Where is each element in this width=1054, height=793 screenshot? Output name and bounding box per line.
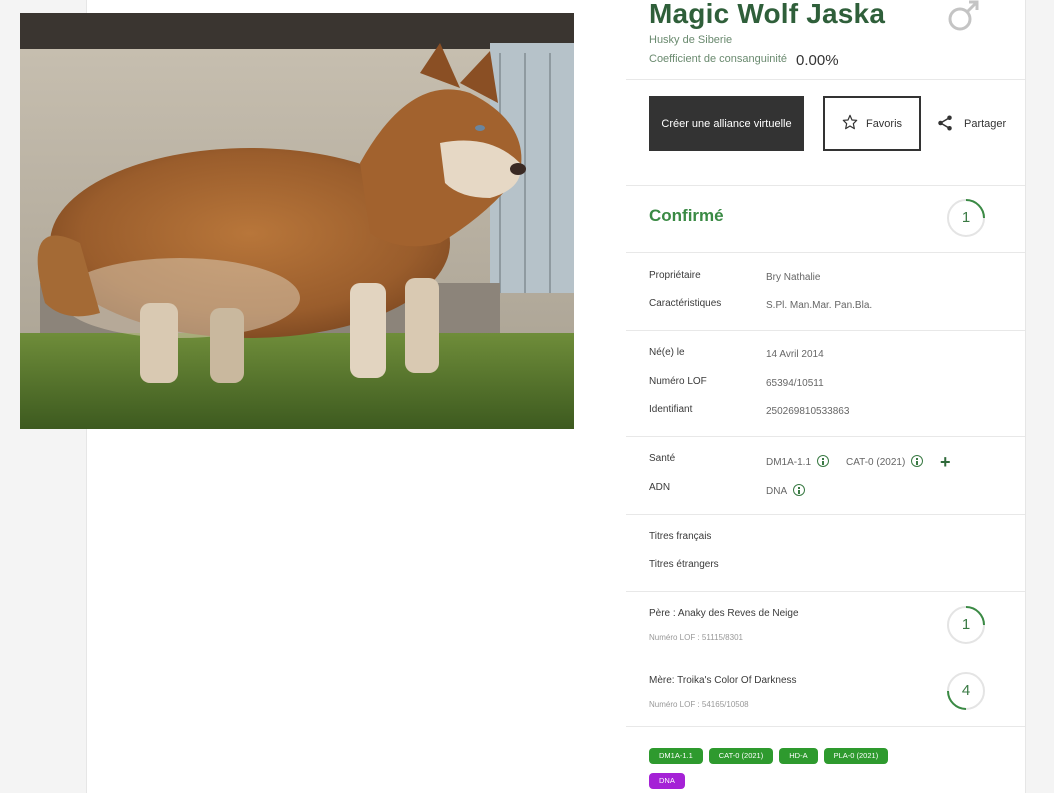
divider (626, 726, 1025, 727)
born-label: Né(e) le (649, 347, 685, 358)
father-link[interactable]: Père : Anaky des Reves de Neige (649, 608, 799, 619)
adn-label: ADN (649, 482, 671, 493)
dog-photo[interactable] (20, 13, 574, 429)
favoris-button[interactable]: Favoris (823, 96, 921, 151)
mother-count: 4 (961, 682, 971, 699)
french-titles-label: Titres français (649, 531, 712, 542)
mother-link[interactable]: Mère: Troika's Color Of Darkness (649, 675, 797, 686)
owner-value: Bry Nathalie (766, 272, 821, 283)
divider (626, 591, 1025, 592)
identifier-label: Identifiant (649, 404, 693, 415)
right-background (1026, 0, 1054, 793)
mother-count-badge[interactable]: 4 (946, 671, 986, 711)
divider (626, 330, 1025, 331)
male-symbol-icon (944, 0, 984, 37)
foreign-titles-label: Titres étrangers (649, 559, 719, 570)
health-test-label: DM1A-1.1 (766, 457, 812, 468)
create-alliance-button[interactable]: Créer une alliance virtuelle (649, 96, 804, 151)
share-button[interactable]: Partager (936, 110, 1006, 138)
mother-lof: Numéro LOF : 54165/10508 (649, 700, 749, 709)
adn-value[interactable]: DNA (766, 484, 806, 497)
status-confirmed: Confirmé (649, 206, 724, 225)
tag-cat: CAT-0 (2021) (708, 748, 774, 764)
star-outline-icon (842, 114, 858, 133)
dog-info-panel: Magic Wolf Jaska Husky de Siberie Coeffi… (626, 0, 1025, 793)
divider (626, 436, 1025, 437)
favoris-label: Favoris (865, 117, 903, 130)
father-count-badge[interactable]: 1 (946, 605, 986, 645)
plus-icon[interactable]: + (940, 452, 951, 473)
father-count: 1 (961, 616, 971, 633)
share-label: Partager (964, 118, 1007, 130)
divider (626, 514, 1025, 515)
info-circle-icon[interactable] (793, 484, 806, 496)
divider (626, 79, 1025, 80)
characteristics-value: S.Pl. Man.Mar. Pan.Bla. (766, 300, 873, 311)
owner-label: Propriétaire (649, 270, 701, 281)
tag-pla: PLA-0 (2021) (823, 748, 889, 764)
dog-name: Magic Wolf Jaska (649, 0, 886, 29)
health-label: Santé (649, 453, 676, 464)
tag-hd: HD-A (779, 748, 818, 764)
share-icon (936, 114, 954, 135)
identifier-value: 250269810533863 (766, 406, 850, 417)
info-circle-icon[interactable] (817, 455, 830, 467)
status-count: 1 (961, 209, 971, 226)
coefficient-label: Coefficient de consanguinité (649, 53, 788, 65)
lof-value: 65394/10511 (766, 378, 824, 389)
health-test-label: CAT-0 (2021) (846, 457, 906, 468)
adn-value-label: DNA (766, 486, 788, 497)
dog-breed: Husky de Siberie (649, 34, 733, 46)
divider (626, 185, 1025, 186)
status-count-badge[interactable]: 1 (946, 198, 986, 238)
lof-label: Numéro LOF (649, 376, 707, 387)
tag-dm1a: DM1A-1.1 (649, 748, 703, 764)
health-test-cat[interactable]: CAT-0 (2021) (846, 455, 924, 468)
health-tags: DM1A-1.1 CAT-0 (2021) HD-A PLA-0 (2021) DNA (649, 745, 909, 793)
characteristics-label: Caractéristiques (649, 298, 722, 309)
coefficient-value: 0.00% (796, 52, 839, 69)
info-circle-icon[interactable] (911, 455, 924, 467)
tag-dna: DNA (649, 773, 685, 789)
father-lof: Numéro LOF : 51115/8301 (649, 633, 743, 642)
divider (626, 252, 1025, 253)
born-value: 14 Avril 2014 (766, 349, 824, 360)
health-test-dm1a[interactable]: DM1A-1.1 (766, 455, 830, 468)
